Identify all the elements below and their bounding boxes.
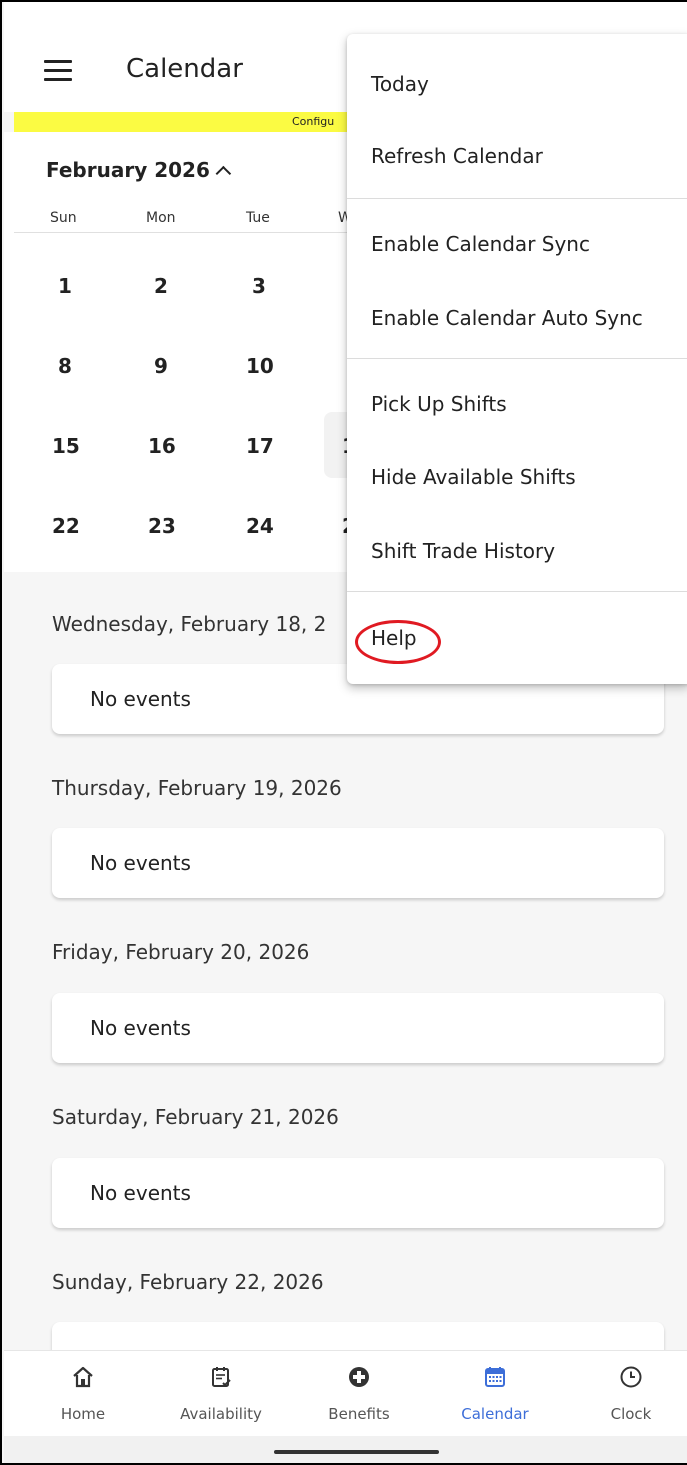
day-23[interactable]: 23 bbox=[148, 514, 188, 538]
menu-item-shift-trade-history[interactable]: Shift Trade History bbox=[371, 539, 555, 563]
month-selector[interactable]: February 2026 bbox=[46, 158, 232, 182]
agenda-date: Friday, February 20, 2026 bbox=[52, 940, 310, 964]
day-9[interactable]: 9 bbox=[154, 354, 194, 378]
menu-item-enable-calendar-sync[interactable]: Enable Calendar Sync bbox=[371, 232, 590, 256]
menu-item-enable-calendar-auto-sync[interactable]: Enable Calendar Auto Sync bbox=[371, 306, 643, 330]
nav-label-benefits: Benefits bbox=[328, 1405, 390, 1423]
benefits-icon bbox=[349, 1367, 369, 1387]
agenda-card[interactable]: No events bbox=[52, 828, 664, 898]
month-label: February 2026 bbox=[46, 158, 210, 182]
agenda-date: Thursday, February 19, 2026 bbox=[52, 776, 342, 800]
nav-availability[interactable]: Availability bbox=[166, 1351, 276, 1437]
screen: Calendar Configu February 2026 Sun Mon T… bbox=[0, 0, 687, 1465]
agenda-date: Saturday, February 21, 2026 bbox=[52, 1105, 339, 1129]
system-gesture-area bbox=[4, 1436, 687, 1463]
nav-calendar[interactable]: Calendar bbox=[440, 1351, 550, 1437]
nav-benefits[interactable]: Benefits bbox=[304, 1351, 414, 1437]
weekday-sun: Sun bbox=[50, 210, 77, 226]
menu-item-refresh-calendar[interactable]: Refresh Calendar bbox=[371, 144, 543, 168]
chevron-up-icon bbox=[215, 165, 232, 182]
menu-divider bbox=[347, 198, 687, 199]
home-gesture-bar[interactable] bbox=[274, 1450, 439, 1454]
menu-divider bbox=[347, 358, 687, 359]
day-1[interactable]: 1 bbox=[58, 274, 98, 298]
menu-divider bbox=[347, 591, 687, 592]
day-15[interactable]: 15 bbox=[52, 434, 92, 458]
agenda-date: Wednesday, February 18, 2 bbox=[52, 612, 327, 636]
day-2[interactable]: 2 bbox=[154, 274, 194, 298]
nav-label-calendar: Calendar bbox=[461, 1405, 529, 1423]
day-16[interactable]: 16 bbox=[148, 434, 188, 458]
agenda-card[interactable]: No events bbox=[52, 993, 664, 1063]
availability-icon bbox=[212, 1367, 231, 1387]
overflow-menu: Today Refresh Calendar Enable Calendar S… bbox=[347, 34, 687, 684]
weekday-mon: Mon bbox=[146, 210, 176, 226]
menu-item-hide-available-shifts[interactable]: Hide Available Shifts bbox=[371, 465, 576, 489]
hamburger-menu-icon[interactable] bbox=[44, 60, 72, 82]
agenda-date: Sunday, February 22, 2026 bbox=[52, 1270, 324, 1294]
day-22[interactable]: 22 bbox=[52, 514, 92, 538]
nav-home[interactable]: Home bbox=[28, 1351, 138, 1437]
clock-icon bbox=[620, 1366, 642, 1388]
help-annotation-circle bbox=[355, 620, 441, 664]
day-10[interactable]: 10 bbox=[246, 354, 286, 378]
nav-label-availability: Availability bbox=[180, 1405, 262, 1423]
home-icon bbox=[73, 1366, 93, 1388]
nav-clock[interactable]: Clock bbox=[576, 1351, 686, 1437]
day-3[interactable]: 3 bbox=[252, 274, 292, 298]
nav-label-home: Home bbox=[60, 1405, 106, 1423]
page-title: Calendar bbox=[126, 54, 243, 84]
day-24[interactable]: 24 bbox=[246, 514, 286, 538]
weekday-tue: Tue bbox=[246, 210, 270, 226]
menu-item-today[interactable]: Today bbox=[371, 72, 429, 96]
agenda-card[interactable]: No events bbox=[52, 1158, 664, 1228]
menu-item-pick-up-shifts[interactable]: Pick Up Shifts bbox=[371, 392, 507, 416]
calendar-icon bbox=[485, 1367, 505, 1387]
day-8[interactable]: 8 bbox=[58, 354, 98, 378]
nav-label-clock: Clock bbox=[610, 1405, 652, 1423]
bottom-navigation: Home Availability Benefits Calendar Cloc… bbox=[4, 1350, 687, 1436]
banner-text: Configu bbox=[292, 115, 335, 128]
day-17[interactable]: 17 bbox=[246, 434, 286, 458]
